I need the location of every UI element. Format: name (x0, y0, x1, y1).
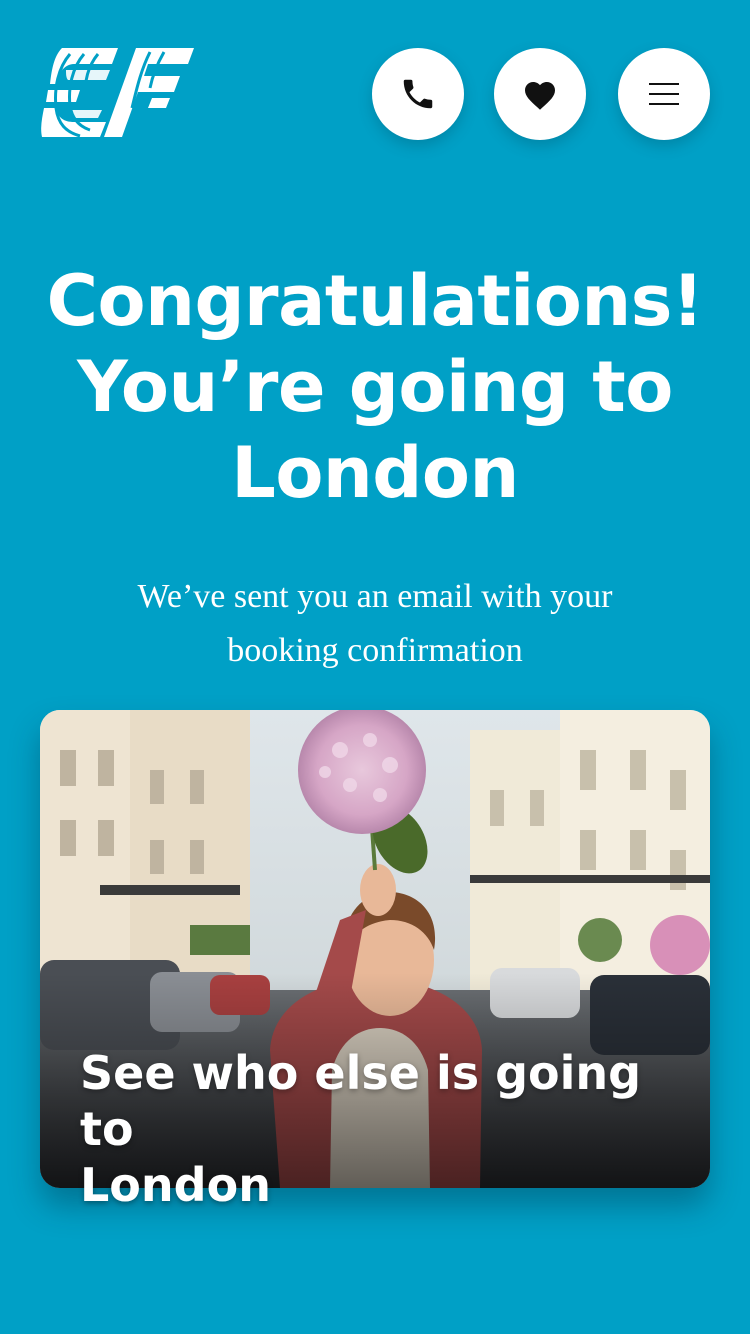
page-title: Congratulations! You’re going to London (0, 258, 750, 516)
card-title-line-2: London (80, 1158, 271, 1212)
heart-icon (525, 82, 555, 110)
ef-logo-icon (41, 48, 194, 138)
hamburger-menu-icon (649, 83, 679, 105)
title-line-1: Congratulations! (46, 260, 704, 342)
card-title-line-1: See who else is going to (80, 1046, 642, 1156)
card-title[interactable]: See who else is going to London (80, 1045, 680, 1213)
title-line-3: London (231, 432, 519, 514)
favorites-button[interactable] (494, 48, 586, 140)
confirmation-message: We’ve sent you an email with your bookin… (100, 570, 650, 678)
subtitle-line-2: booking confirmation (227, 632, 523, 669)
subtitle-line-1: We’ve sent you an email with your (137, 578, 613, 615)
call-button[interactable] (372, 48, 464, 140)
menu-button[interactable] (618, 48, 710, 140)
phone-icon (403, 79, 433, 109)
title-line-2: You’re going to (77, 346, 673, 428)
ef-logo[interactable] (40, 48, 194, 138)
